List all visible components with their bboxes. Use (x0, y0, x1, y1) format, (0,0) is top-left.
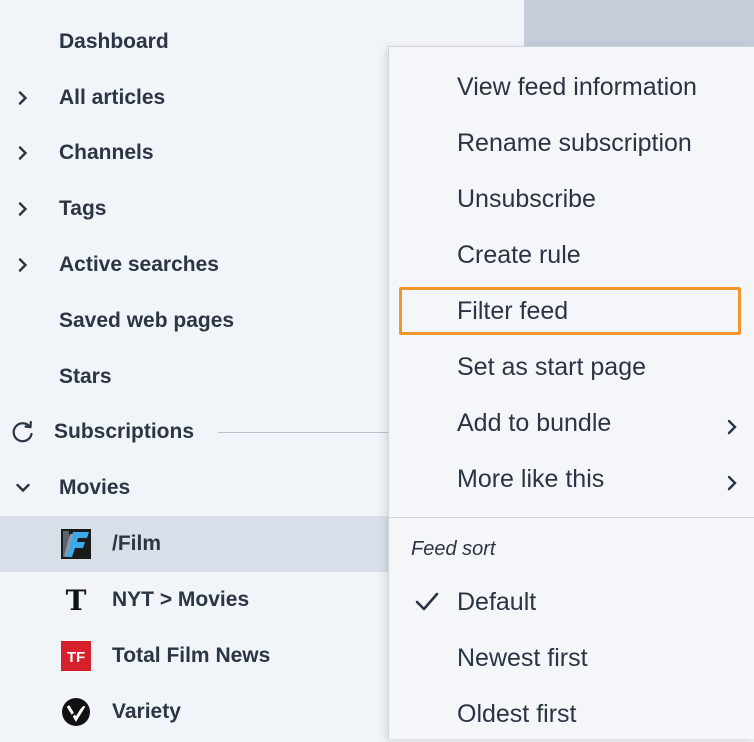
chevron-right-icon[interactable] (14, 256, 32, 274)
menu-item-label: Filter feed (457, 296, 569, 325)
menu-item-label: Add to bundle (457, 408, 612, 437)
sidebar: Dashboard All articles Channels Tags Act… (0, 0, 390, 738)
chevron-right-icon (725, 470, 739, 491)
menu-item-label: Create rule (457, 240, 581, 269)
chevron-right-icon[interactable] (14, 200, 32, 218)
chevron-right-icon[interactable] (14, 144, 32, 162)
sidebar-item-tags[interactable]: Tags (0, 181, 390, 237)
sidebar-item-label: All articles (59, 86, 166, 109)
feed-label: /Film (112, 532, 162, 555)
sidebar-item-all-articles[interactable]: All articles (0, 70, 390, 126)
menu-item-unsubscribe[interactable]: Unsubscribe (389, 171, 754, 227)
feed-label: NYT > Movies (112, 588, 250, 611)
divider (218, 432, 390, 433)
totalfilm-icon: TF (60, 640, 92, 672)
feed-label: Variety (112, 700, 181, 723)
folder-movies[interactable]: Movies (0, 460, 390, 516)
menu-item-label: Unsubscribe (457, 184, 596, 213)
menu-item-add-to-bundle[interactable]: Add to bundle (389, 395, 754, 451)
sort-option-default[interactable]: Default (389, 574, 754, 630)
sidebar-item-label: Saved web pages (59, 309, 235, 332)
context-menu: View feed information Rename subscriptio… (388, 46, 754, 739)
menu-item-label: View feed information (457, 72, 697, 101)
nyt-icon: T (60, 584, 92, 616)
sidebar-item-label: Dashboard (59, 30, 169, 53)
menu-item-view-feed-information[interactable]: View feed information (389, 59, 754, 115)
refresh-icon[interactable] (10, 419, 36, 445)
sidebar-item-active-searches[interactable]: Active searches (0, 237, 390, 293)
svg-text:TF: TF (67, 649, 85, 666)
menu-item-rename-subscription[interactable]: Rename subscription (389, 115, 754, 171)
feed-item-total-film-news[interactable]: TF Total Film News (0, 628, 390, 684)
sort-option-newest-first[interactable]: Newest first (389, 630, 754, 686)
menu-divider (389, 517, 754, 518)
menu-item-label: Set as start page (457, 352, 647, 381)
subscriptions-label: Subscriptions (54, 420, 195, 443)
slashfilm-icon (60, 528, 92, 560)
menu-item-set-as-start-page[interactable]: Set as start page (389, 339, 754, 395)
chevron-down-icon[interactable] (14, 479, 32, 497)
menu-item-more-like-this[interactable]: More like this (389, 451, 754, 507)
menu-item-label: More like this (457, 464, 605, 493)
sidebar-item-label: Channels (59, 141, 154, 164)
sidebar-item-stars[interactable]: Stars (0, 349, 390, 405)
sidebar-item-dashboard[interactable]: Dashboard (0, 14, 390, 70)
sort-option-oldest-first[interactable]: Oldest first (389, 686, 754, 742)
background-panel (524, 0, 754, 46)
checkmark-icon (415, 591, 439, 613)
chevron-right-icon[interactable] (14, 89, 32, 107)
sidebar-item-label: Stars (59, 365, 112, 388)
subscriptions-header: Subscriptions (0, 404, 390, 460)
focus-highlight (399, 287, 741, 335)
feed-sort-heading: Feed sort (411, 538, 496, 560)
feed-label: Total Film News (112, 644, 271, 667)
feed-item-nyt-movies[interactable]: T NYT > Movies (0, 572, 390, 628)
chevron-right-icon (725, 414, 739, 435)
menu-item-label: Rename subscription (457, 128, 692, 157)
sidebar-item-channels[interactable]: Channels (0, 125, 390, 181)
menu-item-create-rule[interactable]: Create rule (389, 227, 754, 283)
sidebar-item-saved-web-pages[interactable]: Saved web pages (0, 293, 390, 349)
menu-item-filter-feed[interactable]: Filter feed (389, 283, 754, 339)
folder-label: Movies (59, 476, 131, 499)
variety-icon (60, 696, 92, 728)
menu-item-label: Newest first (457, 643, 588, 672)
menu-item-label: Oldest first (457, 699, 577, 728)
sidebar-item-label: Active searches (59, 253, 219, 276)
sidebar-item-label: Tags (59, 197, 107, 220)
feed-item-slashfilm[interactable]: /Film (0, 516, 390, 572)
feed-item-variety[interactable]: Variety (0, 684, 390, 740)
svg-text:T: T (66, 585, 87, 615)
menu-item-label: Default (457, 587, 537, 616)
